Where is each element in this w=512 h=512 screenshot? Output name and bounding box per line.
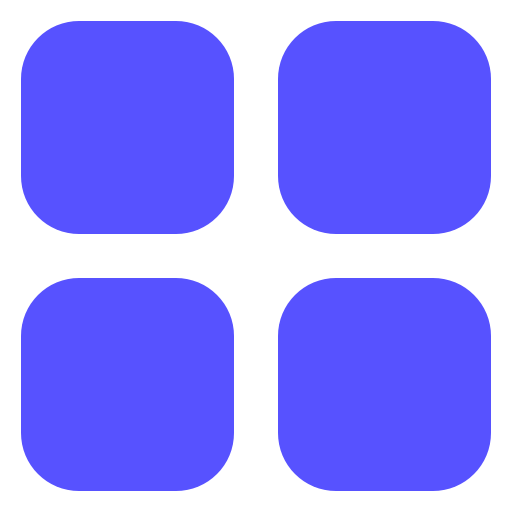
grid-tile-bottom-right	[278, 278, 491, 491]
grid-tile-top-right	[278, 21, 491, 234]
grid-icon	[0, 0, 512, 512]
grid-tile-top-left	[21, 21, 234, 234]
grid-tile-bottom-left	[21, 278, 234, 491]
